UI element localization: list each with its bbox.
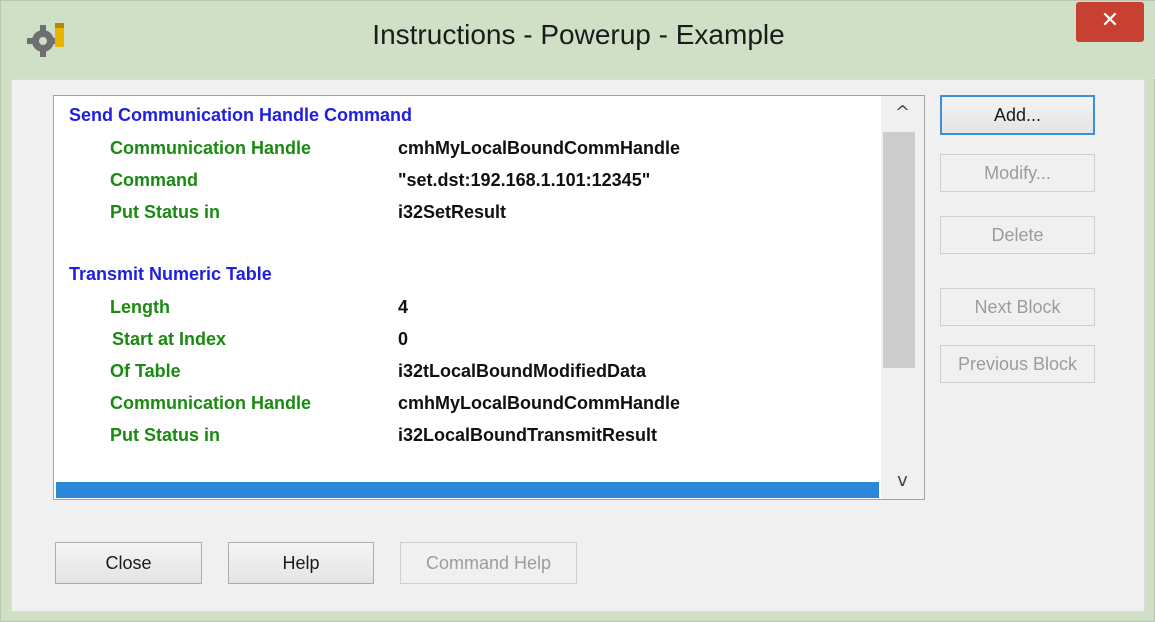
row-value[interactable]: i32tLocalBoundModifiedData: [398, 361, 646, 382]
row-label[interactable]: Command: [110, 170, 198, 191]
selected-row-highlight[interactable]: [56, 482, 879, 498]
window-title: Instructions - Powerup - Example: [372, 19, 785, 50]
row-label[interactable]: Put Status in: [110, 202, 220, 223]
scroll-down-arrow-icon[interactable]: v: [881, 464, 924, 498]
help-button[interactable]: Help: [228, 542, 374, 584]
scrollbar-thumb[interactable]: [883, 132, 915, 368]
add-button[interactable]: Add...: [940, 95, 1095, 135]
row-label[interactable]: Communication Handle: [110, 393, 311, 414]
dialog-client-area: Send Communication Handle Command Commun…: [11, 79, 1145, 612]
row-value[interactable]: i32SetResult: [398, 202, 506, 223]
row-value[interactable]: cmhMyLocalBoundCommHandle: [398, 138, 680, 159]
row-value[interactable]: i32LocalBoundTransmitResult: [398, 425, 657, 446]
instruction-list-content: Send Communication Handle Command Commun…: [54, 96, 879, 482]
row-value[interactable]: cmhMyLocalBoundCommHandle: [398, 393, 680, 414]
dialog-window: Instructions - Powerup - Example ✕ Send …: [0, 0, 1155, 622]
close-window-icon[interactable]: ✕: [1076, 2, 1144, 42]
next-block-button[interactable]: Next Block: [940, 288, 1095, 326]
row-value[interactable]: 0: [398, 329, 408, 350]
row-label[interactable]: Of Table: [110, 361, 181, 382]
row-label[interactable]: Communication Handle: [110, 138, 311, 159]
row-label[interactable]: Put Status in: [110, 425, 220, 446]
vertical-scrollbar[interactable]: ^ v: [881, 96, 924, 499]
scroll-up-arrow-icon[interactable]: ^: [881, 96, 924, 130]
close-button[interactable]: Close: [55, 542, 202, 584]
row-value[interactable]: "set.dst:192.168.1.101:12345": [398, 170, 650, 191]
previous-block-button[interactable]: Previous Block: [940, 345, 1095, 383]
section-header[interactable]: Send Communication Handle Command: [69, 105, 412, 126]
modify-button[interactable]: Modify...: [940, 154, 1095, 192]
title-bar[interactable]: Instructions - Powerup - Example ✕: [1, 1, 1155, 79]
command-help-button[interactable]: Command Help: [400, 542, 577, 584]
row-value[interactable]: 4: [398, 297, 408, 318]
instruction-list[interactable]: Send Communication Handle Command Commun…: [53, 95, 925, 500]
row-label[interactable]: Length: [110, 297, 170, 318]
section-header[interactable]: Transmit Numeric Table: [69, 264, 272, 285]
delete-button[interactable]: Delete: [940, 216, 1095, 254]
row-label[interactable]: Start at Index: [112, 329, 226, 350]
